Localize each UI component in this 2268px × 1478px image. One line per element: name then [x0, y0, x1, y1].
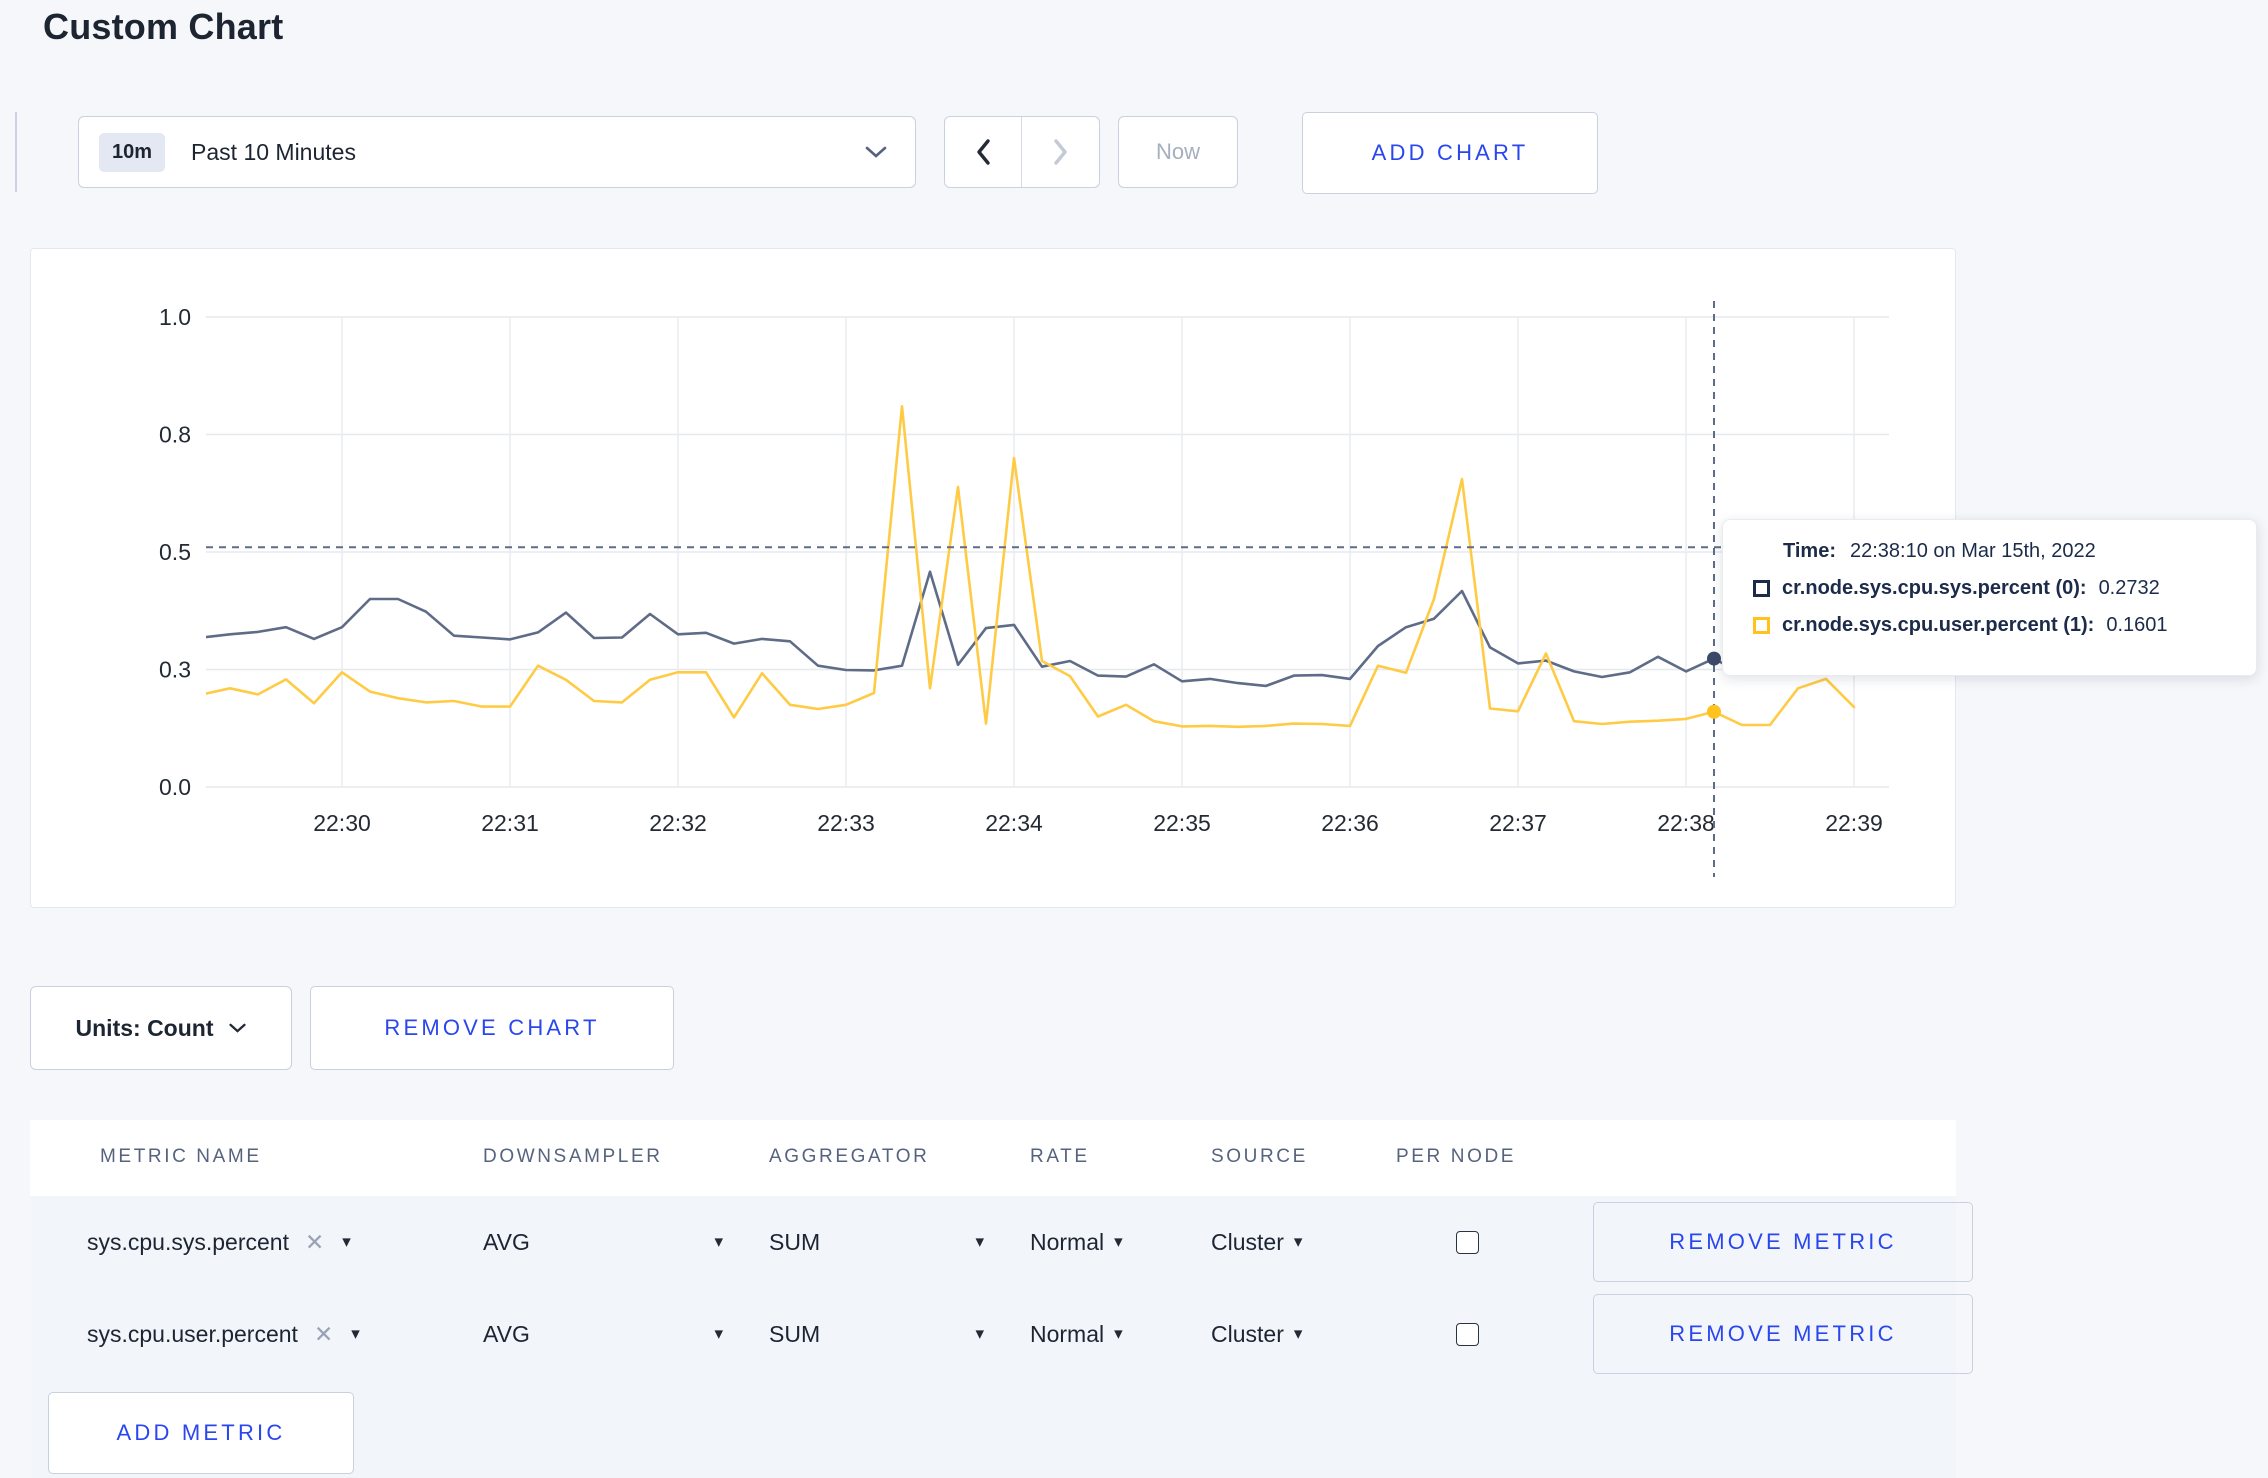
y-axis-labels: 0.0 0.3 0.5 0.8 1.0	[159, 304, 191, 800]
remove-chart-button[interactable]: REMOVE CHART	[310, 986, 674, 1070]
tooltip-time-value: 22:38:10 on Mar 15th, 2022	[1849, 540, 2096, 562]
toolbar-divider	[15, 112, 17, 192]
svg-text:22:38: 22:38	[1657, 810, 1715, 836]
time-range-dropdown[interactable]: 10m Past 10 Minutes	[78, 116, 916, 188]
svg-text:0.5: 0.5	[159, 539, 191, 565]
caret-down-icon: ▾	[975, 1324, 984, 1343]
clear-metric-icon[interactable]: ✕	[305, 1229, 324, 1256]
rate-select[interactable]: Normal ▾	[1030, 1196, 1123, 1288]
per-node-checkbox[interactable]	[1456, 1322, 1479, 1346]
caret-down-icon: ▾	[342, 1232, 351, 1251]
grid-lines	[206, 316, 1889, 788]
series-swatch-sys	[1753, 580, 1770, 597]
per-node-checkbox[interactable]	[1456, 1230, 1479, 1254]
col-header-source: SOURCE	[1211, 1146, 1308, 1167]
svg-text:22:36: 22:36	[1321, 810, 1379, 836]
page-title: Custom Chart	[43, 6, 284, 47]
chart-card: 0.0 0.3 0.5 0.8 1.0 22:30 22:31 22:32 22:33 22:34…	[30, 248, 1956, 908]
now-button[interactable]: Now	[1118, 116, 1238, 188]
source-select[interactable]: Cluster ▾	[1211, 1288, 1302, 1380]
svg-text:1.0: 1.0	[159, 304, 191, 330]
tooltip-series-name: cr.node.sys.cpu.user.percent (1):	[1782, 614, 2095, 636]
svg-text:22:35: 22:35	[1153, 810, 1211, 836]
hover-dot	[1707, 704, 1721, 719]
svg-text:0.3: 0.3	[159, 657, 191, 683]
chevron-right-icon	[1053, 139, 1067, 165]
timeseries-chart[interactable]: 0.0 0.3 0.5 0.8 1.0 22:30 22:31 22:32 22:33 22:34…	[31, 249, 1957, 909]
chevron-down-icon	[229, 1023, 247, 1033]
add-metric-button[interactable]: ADD METRIC	[48, 1392, 354, 1474]
chart-tooltip: Time: 22:38:10 on Mar 15th, 2022 cr.node…	[1722, 519, 2257, 676]
svg-text:22:33: 22:33	[817, 810, 875, 836]
source-select[interactable]: Cluster ▾	[1211, 1196, 1302, 1288]
caret-down-icon: ▾	[1114, 1232, 1123, 1251]
svg-text:22:34: 22:34	[985, 810, 1043, 836]
chevron-left-icon	[977, 139, 990, 165]
table-row: sys.cpu.sys.percent ✕ ▾ AVG ▾ SUM ▾ Norm…	[30, 1196, 1973, 1288]
series-lines	[206, 405, 1856, 729]
aggregator-select[interactable]: SUM ▾	[769, 1288, 984, 1380]
next-time-button[interactable]	[1022, 117, 1099, 187]
tooltip-series-value: 0.2732	[2098, 577, 2160, 599]
remove-metric-button[interactable]: REMOVE METRIC	[1593, 1202, 1973, 1282]
add-chart-button[interactable]: ADD CHART	[1302, 112, 1598, 194]
clear-metric-icon[interactable]: ✕	[314, 1321, 333, 1348]
units-dropdown[interactable]: Units: Count	[30, 986, 292, 1070]
x-axis-labels: 22:30 22:31 22:32 22:33 22:34 22:35 22:36 22:37…	[313, 810, 1883, 836]
col-header-downsampler: DOWNSAMPLER	[483, 1146, 663, 1167]
caret-down-icon: ▾	[714, 1232, 723, 1251]
prev-time-button[interactable]	[945, 117, 1022, 187]
col-header-aggregator: AGGREGATOR	[769, 1146, 930, 1167]
remove-metric-button[interactable]: REMOVE METRIC	[1593, 1294, 1973, 1374]
svg-text:0.8: 0.8	[159, 422, 191, 448]
col-header-metric-name: METRIC NAME	[100, 1146, 262, 1167]
chevron-down-icon	[865, 146, 887, 158]
col-header-rate: RATE	[1030, 1146, 1090, 1167]
time-nav-group	[944, 116, 1100, 188]
table-row: sys.cpu.user.percent ✕ ▾ AVG ▾ SUM ▾ Nor…	[30, 1288, 1973, 1380]
time-range-badge: 10m	[99, 132, 166, 172]
units-label: Units: Count	[75, 1014, 214, 1041]
rate-select[interactable]: Normal ▾	[1030, 1288, 1123, 1380]
caret-down-icon: ▾	[714, 1324, 723, 1343]
aggregator-select[interactable]: SUM ▾	[769, 1196, 984, 1288]
time-range-label: Past 10 Minutes	[191, 138, 356, 165]
col-header-per-node: PER NODE	[1396, 1146, 1517, 1167]
metric-name-select[interactable]: sys.cpu.sys.percent ✕ ▾	[87, 1196, 351, 1288]
caret-down-icon: ▾	[1293, 1232, 1303, 1251]
series-swatch-user	[1753, 617, 1770, 634]
caret-down-icon: ▾	[351, 1324, 360, 1343]
metric-name-select[interactable]: sys.cpu.user.percent ✕ ▾	[87, 1288, 360, 1380]
tooltip-series-name: cr.node.sys.cpu.sys.percent (0):	[1782, 577, 2087, 599]
svg-text:22:32: 22:32	[649, 810, 707, 836]
downsampler-select[interactable]: AVG ▾	[483, 1196, 723, 1288]
svg-text:22:31: 22:31	[481, 810, 539, 836]
caret-down-icon: ▾	[975, 1232, 984, 1251]
svg-text:0.0: 0.0	[159, 774, 191, 800]
svg-text:22:30: 22:30	[313, 810, 371, 836]
svg-text:22:37: 22:37	[1489, 810, 1547, 836]
downsampler-select[interactable]: AVG ▾	[483, 1288, 723, 1380]
caret-down-icon: ▾	[1114, 1324, 1123, 1343]
metrics-table-header: METRIC NAME DOWNSAMPLER AGGREGATOR RATE …	[30, 1120, 1956, 1196]
hover-dot	[1707, 651, 1721, 666]
tooltip-time-label: Time:	[1783, 540, 1836, 562]
hover-crosshair	[206, 301, 1889, 877]
tooltip-series-value: 0.1601	[2106, 614, 2168, 636]
caret-down-icon: ▾	[1293, 1324, 1303, 1343]
svg-text:22:39: 22:39	[1825, 810, 1883, 836]
